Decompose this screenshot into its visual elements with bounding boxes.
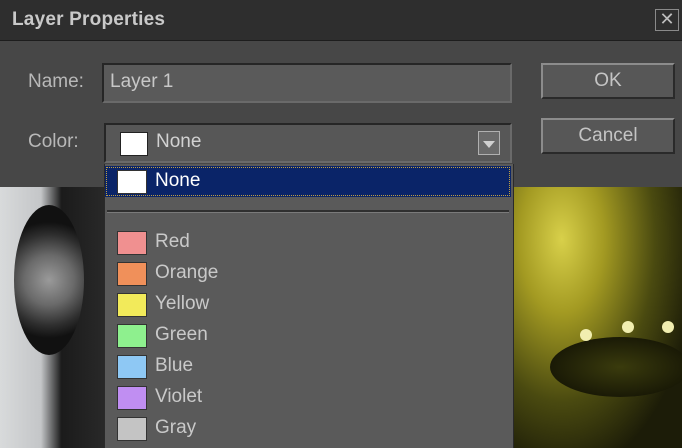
- color-option-orange[interactable]: Orange: [105, 258, 511, 289]
- selected-color-swatch: [120, 132, 148, 156]
- color-option-yellow[interactable]: Yellow: [105, 289, 511, 320]
- chevron-down-icon: [483, 141, 495, 148]
- close-icon: ✕: [659, 9, 675, 29]
- dialog-title: Layer Properties: [12, 9, 166, 30]
- name-input-value: Layer 1: [110, 71, 174, 92]
- selected-color-text: None: [156, 131, 202, 152]
- car-wheel-image: [14, 205, 84, 355]
- color-swatch: [117, 355, 147, 379]
- color-label: Color:: [28, 131, 79, 152]
- color-option-blue[interactable]: Blue: [105, 351, 511, 382]
- color-option-violet[interactable]: Violet: [105, 382, 511, 413]
- color-option-red[interactable]: Red: [105, 227, 511, 258]
- color-dropdown-list: None Red Orange Yellow Green Blue Violet…: [104, 164, 514, 448]
- color-option-label: Orange: [155, 262, 219, 283]
- color-option-label: Violet: [155, 386, 203, 407]
- name-label: Name:: [28, 71, 84, 92]
- separator: [107, 210, 509, 213]
- close-button[interactable]: ✕: [655, 9, 679, 31]
- color-option-label: Blue: [155, 355, 194, 376]
- color-swatch: [117, 231, 147, 255]
- color-option-none[interactable]: None: [105, 166, 511, 197]
- color-swatch: [117, 386, 147, 410]
- cancel-button[interactable]: Cancel: [541, 118, 675, 154]
- color-option-label: Red: [155, 231, 190, 252]
- color-option-green[interactable]: Green: [105, 320, 511, 351]
- color-option-label: Yellow: [155, 293, 210, 314]
- name-input[interactable]: Layer 1: [102, 63, 512, 103]
- color-swatch: [117, 262, 147, 286]
- car-body-image: [510, 187, 682, 448]
- color-swatch: [117, 170, 147, 194]
- color-option-label: Gray: [155, 417, 197, 438]
- dropdown-arrow-button[interactable]: [478, 131, 500, 155]
- color-swatch: [117, 324, 147, 348]
- color-select[interactable]: None: [104, 123, 512, 163]
- color-option-label: None: [155, 170, 201, 191]
- color-swatch: [117, 293, 147, 317]
- ok-button[interactable]: OK: [541, 63, 675, 99]
- color-option-gray[interactable]: Gray: [105, 413, 511, 444]
- title-bar: Layer Properties ✕: [0, 0, 682, 41]
- color-option-label: Green: [155, 324, 208, 345]
- color-swatch: [117, 417, 147, 441]
